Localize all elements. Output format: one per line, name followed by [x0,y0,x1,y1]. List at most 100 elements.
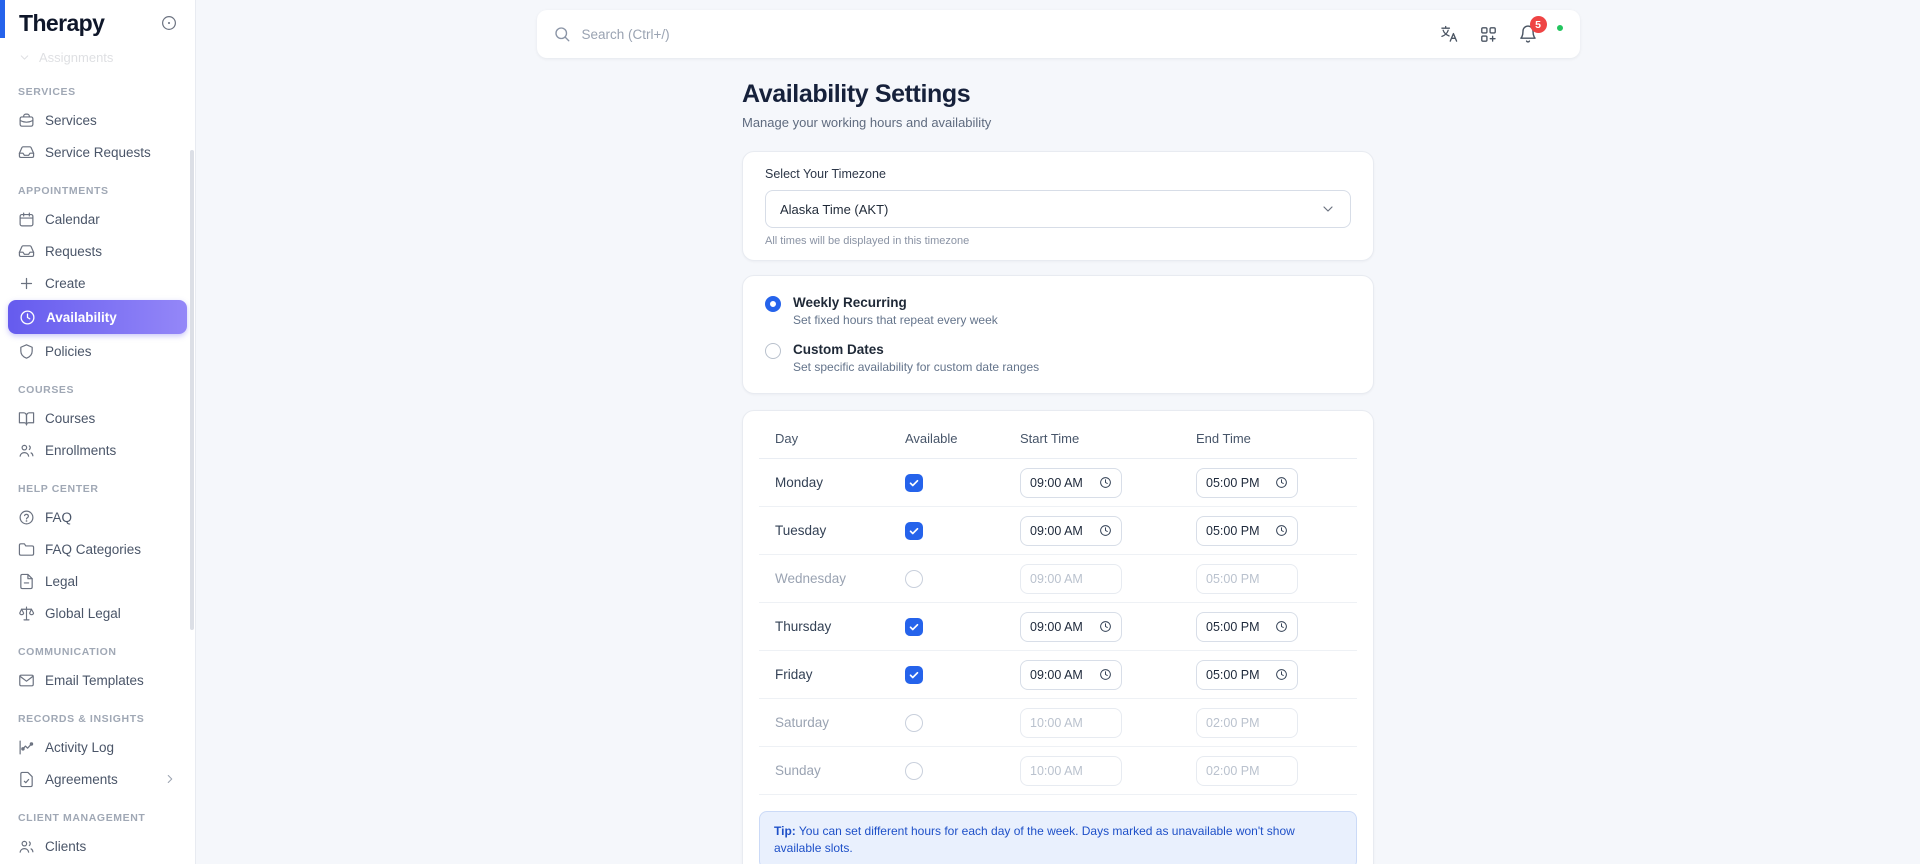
end-time-field[interactable] [1196,611,1298,642]
end-time-input[interactable] [1206,763,1268,778]
sidebar-section-client-management: CLIENT MANAGEMENT Clients [0,812,195,862]
end-time-field[interactable] [1196,563,1298,594]
file-icon [18,573,35,590]
end-time-input[interactable] [1206,523,1268,538]
search-input[interactable] [581,26,1439,42]
users-icon [18,442,35,459]
available-checkbox[interactable] [905,713,923,732]
end-time-field[interactable] [1196,659,1298,690]
mail-icon [18,672,35,689]
search-bar [553,25,1439,43]
sidebar-item-legal[interactable]: Legal [0,565,195,597]
start-time-input[interactable] [1030,667,1092,682]
sidebar-item-assignments-faded[interactable]: Assignments [0,46,195,69]
end-time-input[interactable] [1206,619,1268,634]
briefcase-icon [18,112,35,129]
tip-text: You can set different hours for each day… [774,824,1295,855]
top-actions: 5 [1439,16,1565,44]
tip-label: Tip: [774,824,796,838]
sidebar-item-create[interactable]: Create [0,267,195,299]
sidebar-item-agreements[interactable]: Agreements [0,763,195,795]
top-bar: 5 [536,10,1580,58]
available-checkbox[interactable] [905,521,923,540]
sidebar-scrollbar[interactable] [190,150,194,630]
sidebar-item-availability[interactable]: Availability [8,300,187,334]
clock-icon [1275,524,1288,537]
sidebar-item-service-requests[interactable]: Service Requests [0,136,195,168]
start-time-input[interactable] [1030,619,1092,634]
check-icon [908,477,920,489]
sidebar-item-clients[interactable]: Clients [0,830,195,862]
available-checkbox[interactable] [905,665,923,684]
sidebar-section-help-center: HELP CENTER FAQ FAQ Categories Legal Glo… [0,483,195,629]
file-check-icon [18,771,35,788]
sidebar-toggle-icon[interactable] [160,14,178,32]
start-time-field[interactable] [1020,467,1122,498]
online-status-dot [1554,23,1565,33]
end-time-input[interactable] [1206,571,1268,586]
start-time-input[interactable] [1030,763,1092,778]
start-time-field[interactable] [1020,659,1122,690]
sidebar-item-policies[interactable]: Policies [0,335,195,367]
notifications-button[interactable]: 5 [1518,16,1547,44]
schedule-table-header: Day Available Start Time End Time [759,419,1357,459]
end-time-field[interactable] [1196,707,1298,738]
end-time-field[interactable] [1196,515,1298,546]
option-weekly-recurring[interactable]: Weekly Recurring Set fixed hours that re… [765,295,1351,327]
option-label: Custom Dates [793,342,884,357]
sidebar-item-activity-log[interactable]: Activity Log [0,731,195,763]
start-time-field[interactable] [1020,611,1122,642]
sidebar-item-faq[interactable]: FAQ [0,501,195,533]
end-time-input[interactable] [1206,667,1268,682]
start-time-input[interactable] [1030,523,1092,538]
section-header: CLIENT MANAGEMENT [18,812,146,824]
available-checkbox[interactable] [905,473,923,492]
help-circle-icon [18,509,35,526]
check-icon [908,525,920,537]
timezone-selected-value: Alaska Time (AKT) [780,201,889,217]
users-icon [18,838,35,855]
end-time-input[interactable] [1206,475,1268,490]
sidebar-section-records-insights: RECORDS & INSIGHTS Activity Log Agreemen… [0,713,195,795]
sidebar-item-email-templates[interactable]: Email Templates [0,664,195,696]
check-icon [908,669,920,681]
chevron-down-icon [18,51,31,64]
option-label: Weekly Recurring [793,295,907,310]
start-time-input[interactable] [1030,475,1092,490]
start-time-field[interactable] [1020,563,1122,594]
start-time-input[interactable] [1030,571,1092,586]
available-checkbox[interactable] [905,761,923,780]
section-header: APPOINTMENTS [18,185,109,197]
end-time-input[interactable] [1206,715,1268,730]
available-checkbox[interactable] [905,569,923,588]
radio-selected-icon[interactable] [765,296,781,312]
inbox-icon [18,144,35,161]
end-time-field[interactable] [1196,755,1298,786]
page-title: Availability Settings [742,80,971,108]
sidebar: Therapy Assignments SERVICES Services Se… [0,0,196,864]
start-time-field[interactable] [1020,707,1122,738]
language-button[interactable] [1439,24,1459,44]
chevron-down-icon [1320,201,1336,217]
sidebar-item-global-legal[interactable]: Global Legal [0,597,195,629]
sidebar-section-appointments: APPOINTMENTS Calendar Requests Create Av… [0,185,195,367]
start-time-input[interactable] [1030,715,1092,730]
end-time-field[interactable] [1196,467,1298,498]
section-header: COMMUNICATION [18,646,117,658]
radio-unselected-icon[interactable] [765,343,781,359]
option-custom-dates[interactable]: Custom Dates Set specific availability f… [765,342,1351,374]
sidebar-item-faq-categories[interactable]: FAQ Categories [0,533,195,565]
start-time-field[interactable] [1020,755,1122,786]
sidebar-item-enrollments[interactable]: Enrollments [0,434,195,466]
available-checkbox[interactable] [905,617,923,636]
apps-button[interactable] [1479,25,1498,44]
timezone-select[interactable]: Alaska Time (AKT) [765,190,1351,228]
sidebar-item-services[interactable]: Services [0,104,195,136]
sidebar-item-calendar[interactable]: Calendar [0,203,195,235]
sidebar-section-communication: COMMUNICATION Email Templates [0,646,195,696]
sidebar-item-courses[interactable]: Courses [0,402,195,434]
schedule-row-monday: Monday [759,459,1357,507]
start-time-field[interactable] [1020,515,1122,546]
sidebar-item-requests[interactable]: Requests [0,235,195,267]
content-column: Availability Settings Manage your workin… [742,80,1374,864]
